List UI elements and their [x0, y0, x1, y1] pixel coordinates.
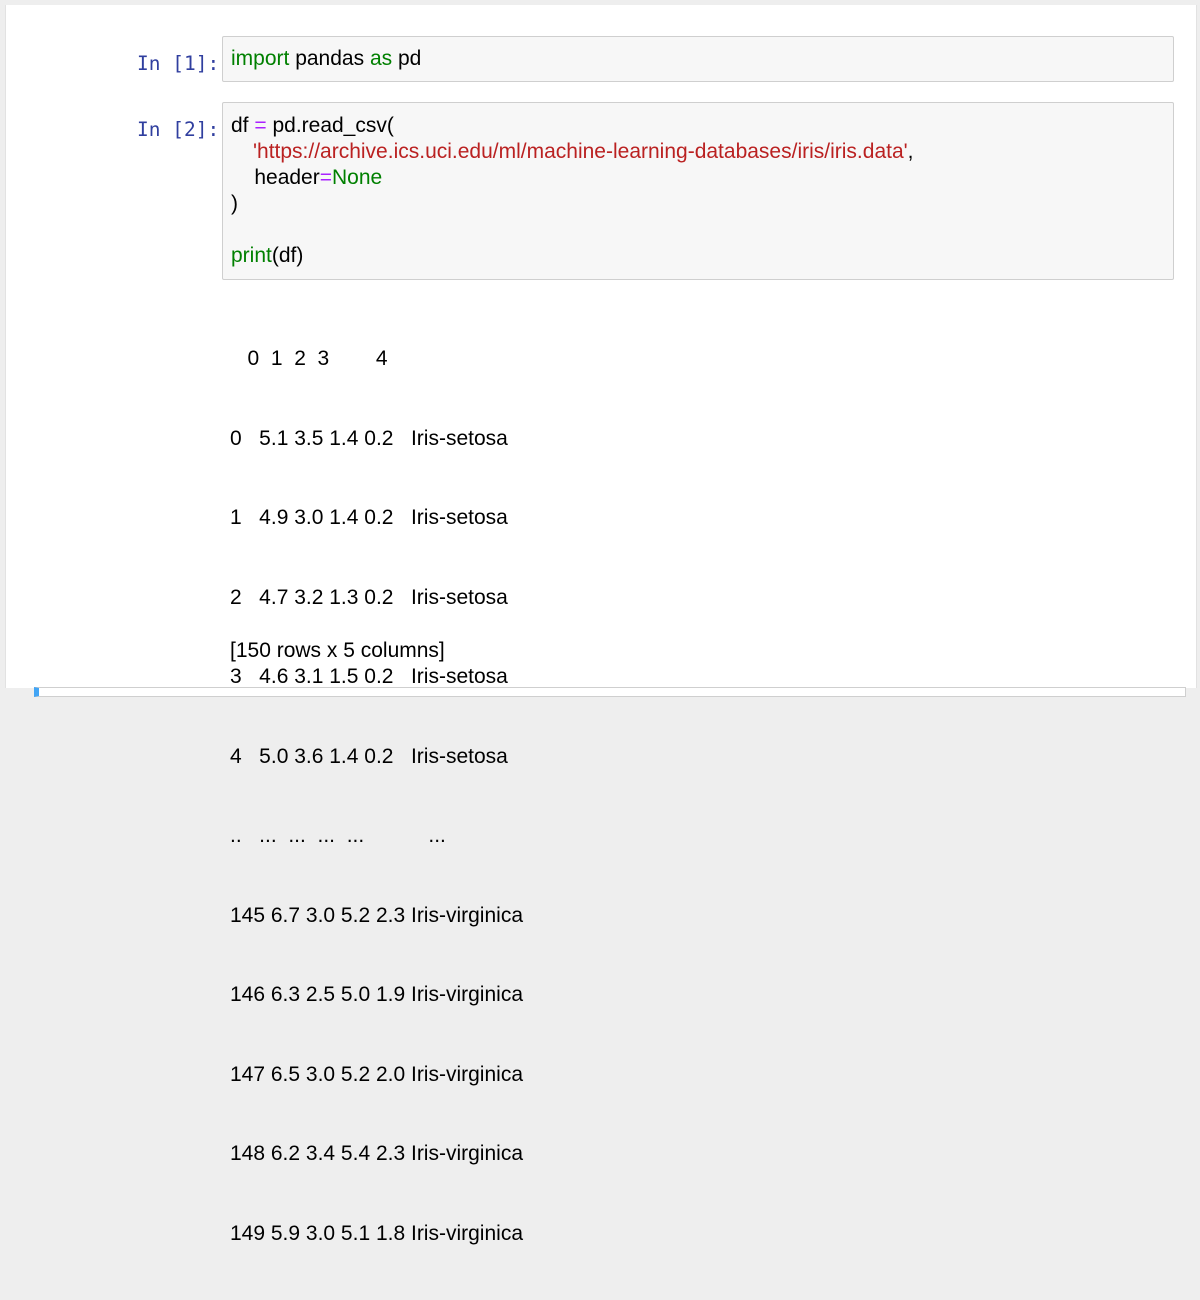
- output-row: 148 6.2 3.4 5.4 2.3 Iris-virginica: [230, 1142, 523, 1165]
- output-row: 149 5.9 3.0 5.1 1.8 Iris-virginica: [230, 1221, 523, 1245]
- output-header: 0 1 2 3 4: [230, 347, 388, 370]
- code-line: print(df): [231, 244, 304, 267]
- output-row: 2 4.7 3.2 1.3 0.2 Iris-setosa: [230, 585, 508, 609]
- cell-2-code: df = pd.read_csv( 'https://archive.ics.uc…: [231, 113, 913, 269]
- output-row: 145 6.7 3.0 5.2 2.3 Iris-virginica: [230, 903, 523, 927]
- code-line: ): [231, 192, 238, 215]
- code-line: df = pd.read_csv(: [231, 114, 394, 137]
- cell-1-prompt: In [1]:: [137, 52, 220, 75]
- code-text: pd: [392, 47, 422, 70]
- code-keyword: import: [231, 47, 290, 70]
- cell-2-input[interactable]: df = pd.read_csv( 'https://archive.ics.uc…: [222, 102, 1174, 280]
- cell-1-input[interactable]: import pandas as pd: [222, 36, 1174, 82]
- output-row: 146 6.3 2.5 5.0 1.9 Iris-virginica: [230, 983, 523, 1006]
- next-cell-input[interactable]: [34, 687, 1186, 697]
- output-ellipsis-row: .. ... ... ... ... ...: [230, 824, 446, 847]
- cell-2-prompt: In [2]:: [137, 118, 220, 141]
- output-row: 0 5.1 3.5 1.4 0.2 Iris-setosa: [230, 426, 508, 450]
- code-keyword: as: [369, 47, 393, 70]
- output-row: 1 4.9 3.0 1.4 0.2 Iris-setosa: [230, 506, 508, 529]
- code-string: 'https://archive.ics.uci.edu/ml/machine-…: [253, 140, 908, 163]
- output-summary: [150 rows x 5 columns]: [230, 639, 445, 662]
- notebook-container: In [1]: import pandas as pd In [2]: df =…: [5, 5, 1197, 1245]
- code-text: pandas: [289, 47, 370, 70]
- cell-2-output: 0 1 2 3 4 0 5.1 3.5 1.4 0.2 Iris-setosa …: [230, 293, 523, 1300]
- code-line: header=None: [231, 166, 383, 189]
- output-row: 147 6.5 3.0 5.2 2.0 Iris-virginica: [230, 1062, 523, 1086]
- cell-1-code: import pandas as pd: [231, 46, 421, 72]
- output-row: 4 5.0 3.6 1.4 0.2 Iris-setosa: [230, 744, 508, 768]
- code-line: 'https://archive.ics.uci.edu/ml/machine-…: [253, 140, 914, 163]
